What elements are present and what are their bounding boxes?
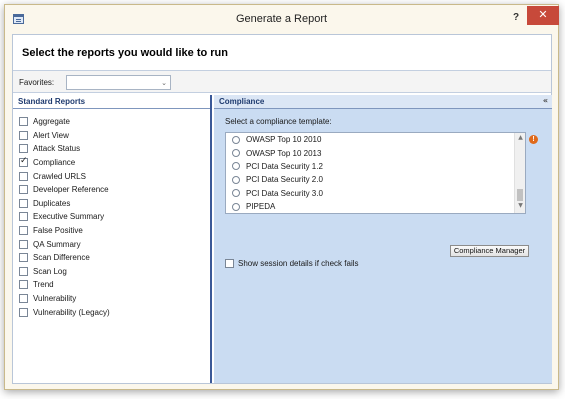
window-title: Generate a Report [235,13,328,25]
report-item[interactable]: Alert View [13,129,210,143]
compliance-panel: Compliance « Select a compliance templat… [214,95,552,383]
report-label: Executive Summary [33,212,105,222]
session-details-label: Show session details if check fails [238,259,359,268]
report-item[interactable]: Executive Summary [13,210,210,224]
report-label: Vulnerability (Legacy) [33,307,110,317]
report-checkbox[interactable] [19,307,28,317]
report-checkbox[interactable] [19,171,28,181]
report-label: Scan Log [33,266,67,276]
template-radio[interactable] [232,149,240,158]
report-label: QA Summary [33,239,81,249]
template-label: Select a compliance template: [225,117,332,126]
report-label: Developer Reference [33,185,109,195]
report-checkbox[interactable] [19,294,28,304]
template-list[interactable]: OWASP Top 10 2010 OWASP Top 10 2013 PCI Da… [225,132,526,214]
template-item[interactable]: PCI Data Security 3.0 [226,187,525,200]
report-item[interactable]: Scan Log [13,265,210,279]
report-label: False Positive [33,226,83,236]
report-item[interactable]: Vulnerability [13,292,210,306]
scroll-up-icon[interactable]: ▲ [515,134,525,144]
close-button[interactable]: ✕ [527,6,559,25]
help-button[interactable]: ? [509,11,523,25]
report-label: Aggregate [33,117,70,127]
template-label-text: OWASP Top 10 2013 [246,148,322,158]
session-details-checkbox[interactable] [225,259,234,268]
template-item[interactable]: PCI Data Security 1.2 [226,160,525,173]
report-checkbox[interactable] [19,280,28,290]
report-item[interactable]: Developer Reference [13,183,210,197]
template-item[interactable]: PIPEDA [226,200,525,213]
template-radio[interactable] [232,202,240,211]
compliance-header-label: Compliance [219,97,265,106]
template-label-text: PCI Data Security 3.0 [246,188,323,198]
report-label: Crawled URLS [33,171,86,181]
template-scrollbar[interactable]: ▲ ▼ [514,133,525,213]
warning-icon: ! [529,135,538,144]
template-radio[interactable] [232,175,240,184]
report-checkbox[interactable] [19,226,28,236]
report-label: Vulnerability [33,294,77,304]
report-item[interactable]: Vulnerability (Legacy) [13,305,210,319]
session-details-option[interactable]: Show session details if check fails [225,259,359,268]
standard-reports-panel: Standard Reports Aggregate Alert View Atta… [13,95,212,383]
favorites-bar: Favorites: ⌄ [13,71,551,93]
report-item[interactable]: Attack Status [13,142,210,156]
report-checkbox[interactable] [19,144,28,154]
report-item[interactable]: Compliance [13,156,210,170]
report-label: Compliance [33,158,76,168]
collapse-icon[interactable]: « [543,96,548,105]
report-checkbox[interactable] [19,239,28,249]
report-list: Aggregate Alert View Attack Status Complian… [13,109,210,319]
chevron-down-icon: ⌄ [161,80,167,87]
template-label-text: OWASP Top 10 2010 [246,135,322,145]
compliance-header[interactable]: Compliance « [214,95,552,109]
report-item[interactable]: Aggregate [13,115,210,129]
favorites-dropdown[interactable]: ⌄ [66,75,171,90]
favorites-label: Favorites: [19,78,55,87]
template-item[interactable]: Safe Harbor [226,213,525,214]
report-label: Scan Difference [33,253,90,263]
report-item[interactable]: QA Summary [13,237,210,251]
report-label: Trend [33,280,54,290]
template-item[interactable]: PCI Data Security 2.0 [226,173,525,186]
template-items: OWASP Top 10 2010 OWASP Top 10 2013 PCI Da… [226,133,525,214]
report-checkbox[interactable] [19,185,28,195]
report-label: Duplicates [33,198,71,208]
report-item[interactable]: Duplicates [13,197,210,211]
report-checkbox[interactable] [19,130,28,140]
report-item[interactable]: False Positive [13,224,210,238]
dialog-content: Select the reports you would like to run… [12,34,552,384]
report-item[interactable]: Crawled URLS [13,169,210,183]
template-label-text: PCI Data Security 2.0 [246,175,323,185]
template-radio[interactable] [232,135,240,144]
report-label: Alert View [33,130,69,140]
scroll-down-icon[interactable]: ▼ [515,202,525,212]
report-checkbox[interactable] [19,253,28,263]
standard-reports-header: Standard Reports [13,95,210,109]
report-dialog: Generate a Report ? ✕ Select the reports… [4,4,559,390]
report-item[interactable]: Scan Difference [13,251,210,265]
template-radio[interactable] [232,189,240,198]
compliance-manager-button[interactable]: Compliance Manager [450,245,529,257]
report-checkbox[interactable] [19,198,28,208]
template-label-text: PCI Data Security 1.2 [246,161,323,171]
report-checkbox[interactable] [19,156,28,168]
title-bar: Generate a Report ? ✕ [5,5,559,34]
report-checkbox[interactable] [19,117,28,127]
report-checkbox[interactable] [19,212,28,222]
page-title: Select the reports you would like to run [22,47,228,59]
template-label-text: PIPEDA [246,202,276,212]
template-radio[interactable] [232,162,240,171]
template-item[interactable]: OWASP Top 10 2010 [226,133,525,146]
report-label: Attack Status [33,144,81,154]
report-item[interactable]: Trend [13,278,210,292]
report-checkbox[interactable] [19,266,28,276]
template-item[interactable]: OWASP Top 10 2013 [226,146,525,159]
scrollbar-thumb[interactable] [517,189,523,201]
